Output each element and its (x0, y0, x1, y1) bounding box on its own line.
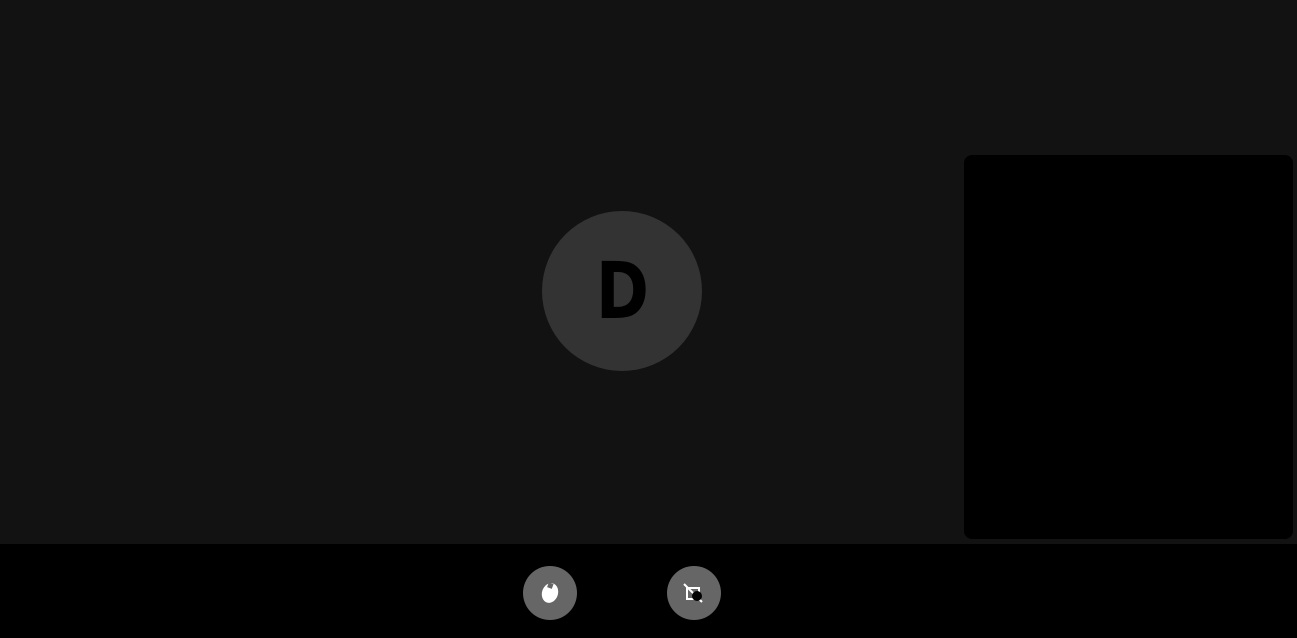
camera-toggle-button[interactable] (667, 566, 721, 620)
remote-participant-avatar: D (542, 211, 702, 371)
call-controls-bar (0, 544, 1297, 638)
call-stage: D (0, 0, 1297, 544)
microphone-icon (537, 580, 563, 606)
avatar-initial: D (595, 247, 649, 337)
mic-toggle-button[interactable] (523, 566, 577, 620)
camera-off-icon (680, 579, 708, 607)
self-view-video[interactable] (964, 155, 1293, 539)
